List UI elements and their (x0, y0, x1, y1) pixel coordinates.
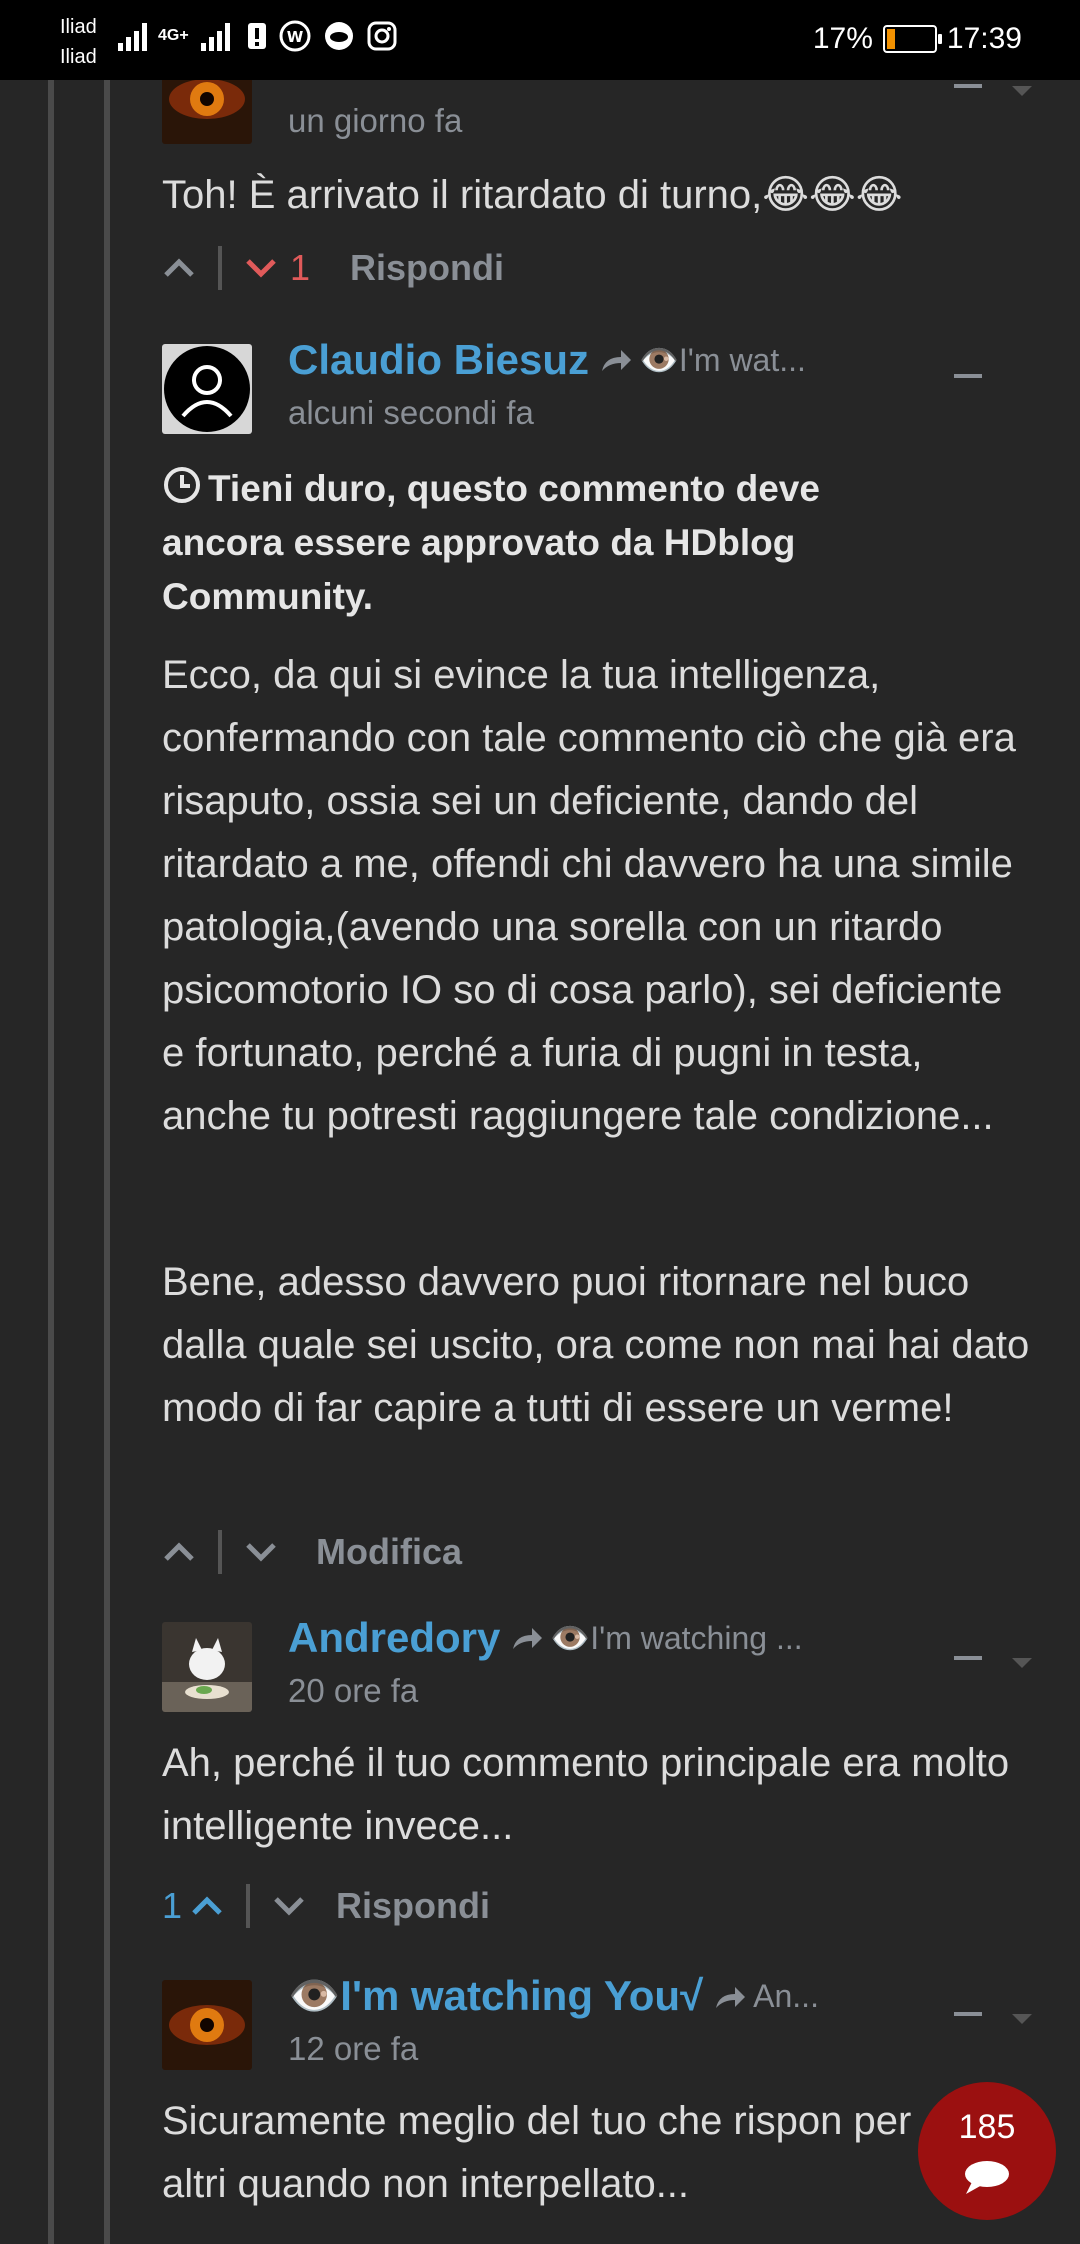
author-row: Claudio Biesuz 👁️I'm wat... (288, 336, 806, 384)
battery-icon (882, 25, 942, 53)
avatar-default[interactable] (162, 344, 252, 434)
reply-arrow-icon (716, 1986, 746, 2008)
carrier-2: Iliad (60, 46, 97, 68)
author-row: Andredory 👁️I'm watching ... (288, 1614, 803, 1662)
downvote-icon[interactable] (272, 1895, 306, 1917)
carrier-labels: Iliad Iliad (60, 12, 97, 72)
author-name[interactable]: Andredory (288, 1614, 500, 1662)
downvote-icon[interactable] (244, 257, 278, 279)
collapse-button[interactable] (954, 84, 982, 88)
reply-to[interactable]: 👁️I'm wat... (599, 341, 806, 379)
signal-icon (118, 23, 147, 51)
alert-icon (247, 23, 266, 49)
comment-2: Claudio Biesuz 👁️I'm wat... alcuni secon… (162, 336, 1029, 1594)
reply-to[interactable]: 👁️I'm watching ... (510, 1619, 803, 1657)
author-name[interactable]: 👁️I'm watching You√ (288, 1972, 703, 2021)
reply-to-name: 👁️I'm wat... (639, 342, 806, 378)
clock: 17:39 (946, 22, 1022, 55)
thread-line-inner (104, 80, 110, 2244)
options-dropdown-icon[interactable] (1012, 2014, 1032, 2024)
svg-text:W: W (286, 28, 303, 46)
avatar-cat[interactable] (162, 1622, 252, 1712)
upvote-count: 1 (162, 1885, 183, 1926)
reply-to-name: 👁️I'm watching ... (550, 1620, 803, 1656)
collapse-button[interactable] (954, 2012, 982, 2016)
status-bar: Iliad Iliad 4G+ W 17% 17:39 (0, 0, 1080, 80)
pending-text: Tieni duro, questo commento deve ancora … (162, 468, 820, 617)
avatar-eye[interactable] (162, 1980, 252, 2070)
collapse-button[interactable] (954, 374, 982, 378)
edit-button[interactable]: Modifica (316, 1531, 462, 1573)
carrier-1: Iliad (60, 16, 97, 38)
comment-body: Sicuramente meglio del tuo che rispon pe… (162, 2099, 912, 2206)
cloud-app-icon (324, 22, 353, 50)
comment-4: 👁️I'm watching You√ An... 12 ore fa Sicu… (162, 1972, 1032, 2244)
pending-notice: Tieni duro, questo commento deve ancora … (162, 462, 902, 624)
options-dropdown-icon[interactable] (1012, 86, 1032, 96)
collapse-button[interactable] (954, 1656, 982, 1660)
comments-count: 185 (958, 2108, 1016, 2146)
comment-time: alcuni secondi fa (288, 394, 534, 431)
comment-time: un giorno fa (288, 102, 463, 139)
signal-icon-2 (200, 23, 230, 51)
comment-actions: 1 Rispondi (162, 246, 504, 290)
comment-body-p1: Ecco, da qui si evince la tua intelligen… (162, 653, 1016, 1138)
reply-button[interactable]: Rispondi (350, 247, 504, 289)
upvote-icon[interactable] (162, 257, 196, 279)
reply-to-name: An... (753, 1978, 819, 2014)
app-w-icon: W (279, 20, 311, 52)
comment-actions: Modifica (162, 1530, 462, 1574)
battery-percent: 17% (812, 22, 873, 55)
downvote-count: 1 (290, 247, 311, 288)
reply-button[interactable]: Rispondi (336, 1885, 490, 1927)
vote-separator (246, 1884, 251, 1928)
upvote-icon[interactable] (190, 1895, 224, 1917)
options-dropdown-icon[interactable] (1012, 1658, 1032, 1668)
comment-body-p2: Bene, adesso davvero puoi ritornare nel … (162, 1260, 1030, 1430)
status-icons: 4G+ W (118, 20, 397, 52)
vote-separator (218, 246, 222, 290)
comments-count-button[interactable]: 185 (918, 2082, 1056, 2220)
author-row: 👁️I'm watching You√ An... (288, 1972, 819, 2021)
author-name[interactable]: Claudio Biesuz (288, 336, 589, 384)
reply-arrow-icon (513, 1628, 543, 1649)
comment-1: un giorno fa Toh! È arrivato il ritardat… (162, 54, 1032, 304)
network-type: 4G+ (158, 27, 189, 44)
cat-avatar-icon (162, 1622, 252, 1712)
comment-body: Ah, perché il tuo commento principale er… (162, 1741, 1010, 1848)
upvote-icon[interactable] (162, 1541, 196, 1563)
instagram-icon (367, 21, 397, 51)
clock-icon (164, 467, 200, 503)
status-right: 17% 17:39 (813, 22, 1022, 56)
downvote-icon[interactable] (244, 1541, 278, 1563)
reply-arrow-icon (602, 350, 632, 371)
comment-3: Andredory 👁️I'm watching ... 20 ore fa A… (162, 1614, 1032, 1928)
comment-time: 20 ore fa (288, 1672, 419, 1709)
vote-separator (218, 1530, 222, 1574)
thread-line-outer (48, 80, 54, 2244)
comment-time: 12 ore fa (288, 2030, 419, 2067)
chat-bubble-icon (965, 2161, 1009, 2194)
user-avatar-icon (164, 346, 250, 432)
comment-actions: 1 Rispondi (162, 1884, 490, 1928)
eye-avatar-icon (162, 1980, 252, 2070)
reply-to[interactable]: An... (713, 1978, 819, 2015)
comment-body: Toh! È arrivato il ritardato di turno,😂😂… (162, 173, 903, 217)
